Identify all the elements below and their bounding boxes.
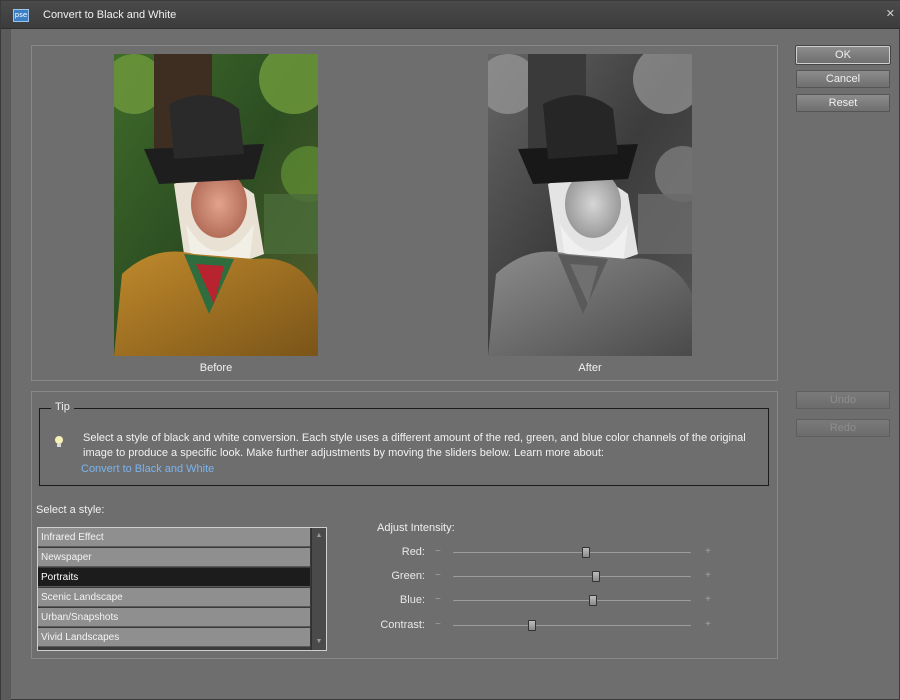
red-slider-thumb[interactable]: [582, 547, 591, 558]
blue-plus: +: [705, 594, 711, 605]
left-edge: [1, 29, 11, 700]
learn-more-link[interactable]: Convert to Black and White: [81, 463, 214, 475]
after-caption: After: [578, 362, 602, 374]
style-item-portraits[interactable]: Portraits: [38, 568, 310, 587]
blue-slider-label: Blue:: [399, 594, 425, 606]
contrast-slider-thumb[interactable]: [527, 620, 536, 631]
app-icon: pse: [13, 9, 29, 22]
red-plus: +: [705, 546, 711, 557]
contrast-slider-track[interactable]: [453, 620, 691, 631]
red-minus: −: [435, 546, 441, 557]
style-item-newspaper[interactable]: Newspaper: [38, 548, 310, 567]
lightbulb-icon: [55, 436, 63, 447]
style-item-scenic-landscape[interactable]: Scenic Landscape: [38, 588, 310, 607]
style-list[interactable]: Infrared Effect Newspaper Portraits Scen…: [37, 527, 327, 651]
after-image: [488, 54, 692, 356]
green-slider-thumb[interactable]: [591, 571, 600, 582]
style-item-urban-snapshots[interactable]: Urban/Snapshots: [38, 608, 310, 627]
reset-button[interactable]: Reset: [796, 94, 890, 112]
style-item-infrared[interactable]: Infrared Effect: [38, 528, 310, 547]
scroll-down-icon[interactable]: ▼: [312, 636, 326, 648]
contrast-slider-label: Contrast:: [380, 619, 425, 631]
cancel-button[interactable]: Cancel: [796, 70, 890, 88]
undo-button[interactable]: Undo: [796, 391, 890, 409]
red-slider-track[interactable]: [453, 547, 691, 558]
tip-legend: Tip: [51, 401, 74, 413]
green-minus: −: [435, 570, 441, 581]
contrast-minus: −: [435, 619, 441, 630]
before-caption: Before: [199, 362, 233, 374]
preview-panel: Before After: [31, 45, 778, 381]
contrast-plus: +: [705, 619, 711, 630]
tip-text: Select a style of black and white conver…: [83, 432, 746, 459]
green-slider-track[interactable]: [453, 571, 691, 582]
redo-button[interactable]: Redo: [796, 419, 890, 437]
style-list-label: Select a style:: [36, 504, 105, 516]
red-slider-label: Red:: [401, 546, 425, 558]
close-icon[interactable]: ✕: [886, 7, 895, 20]
ok-button[interactable]: OK: [795, 45, 891, 65]
blue-minus: −: [435, 594, 441, 605]
blue-slider-thumb[interactable]: [589, 595, 598, 606]
green-plus: +: [705, 570, 711, 581]
dialog-title: Convert to Black and White: [43, 9, 177, 21]
adjust-intensity-label: Adjust Intensity:: [377, 522, 455, 534]
before-image: [114, 54, 318, 356]
convert-bw-dialog: pse Convert to Black and White ✕ Before …: [0, 0, 900, 700]
style-item-vivid-landscapes[interactable]: Vivid Landscapes: [38, 628, 310, 647]
style-list-scrollbar[interactable]: ▲ ▼: [311, 528, 326, 650]
title-bar: pse Convert to Black and White ✕: [1, 1, 900, 29]
green-slider-label: Green:: [391, 570, 425, 582]
scroll-up-icon[interactable]: ▲: [312, 530, 326, 542]
blue-slider-track[interactable]: [453, 595, 691, 606]
